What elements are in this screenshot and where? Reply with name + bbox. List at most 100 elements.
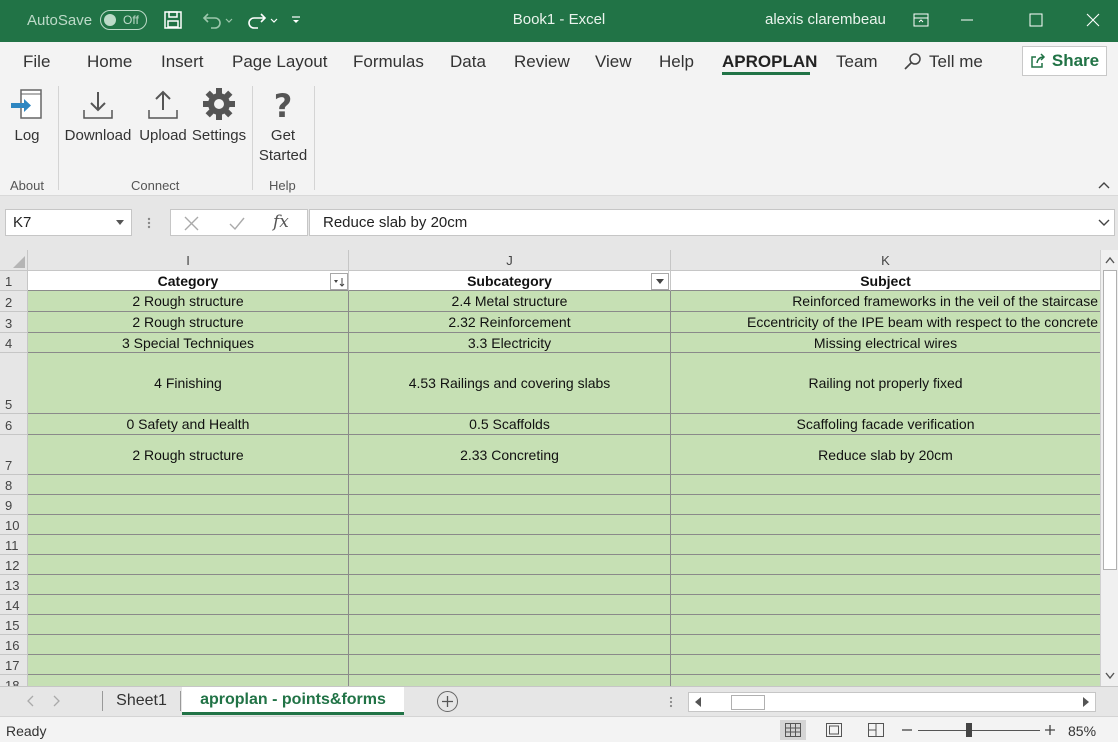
expand-formula-bar-icon[interactable] bbox=[1098, 219, 1110, 227]
row-header[interactable]: 2 bbox=[0, 291, 28, 312]
table-cell[interactable]: 3 Special Techniques bbox=[28, 333, 349, 353]
name-box[interactable]: K7 bbox=[5, 209, 132, 236]
sheet-tab-sheet1[interactable]: Sheet1 bbox=[104, 687, 179, 715]
redo-button[interactable] bbox=[243, 8, 279, 32]
empty-cell[interactable] bbox=[349, 655, 671, 675]
table-cell[interactable]: Missing electrical wires bbox=[671, 333, 1100, 353]
empty-cell[interactable] bbox=[28, 675, 349, 686]
row-header[interactable]: 6 bbox=[0, 414, 28, 435]
tab-splitter-grip-icon[interactable] bbox=[669, 696, 673, 708]
empty-cell[interactable] bbox=[28, 655, 349, 675]
empty-cell[interactable] bbox=[349, 635, 671, 655]
row-header[interactable]: 12 bbox=[0, 555, 28, 575]
insert-function-button[interactable]: fx bbox=[273, 212, 289, 232]
empty-cell[interactable] bbox=[349, 535, 671, 555]
table-cell[interactable]: 2.33 Concreting bbox=[349, 435, 671, 475]
filter-button-subcategory[interactable] bbox=[651, 273, 669, 290]
customize-toolbar-button[interactable] bbox=[288, 8, 304, 32]
close-button[interactable] bbox=[1070, 0, 1116, 40]
header-cell-subcategory[interactable]: Subcategory bbox=[349, 271, 671, 291]
empty-cell[interactable] bbox=[28, 475, 349, 495]
save-button[interactable] bbox=[160, 8, 186, 32]
table-cell[interactable]: Eccentricity of the IPE beam with respec… bbox=[671, 312, 1100, 333]
table-cell[interactable]: 0 Safety and Health bbox=[28, 414, 349, 435]
header-cell-category[interactable]: Category bbox=[28, 271, 349, 291]
filter-button-category[interactable] bbox=[330, 273, 348, 290]
share-button[interactable]: Share bbox=[1022, 46, 1107, 76]
row-header[interactable]: 13 bbox=[0, 575, 28, 595]
table-cell[interactable]: 2.32 Reinforcement bbox=[349, 312, 671, 333]
empty-cell[interactable] bbox=[28, 495, 349, 515]
settings-button[interactable]: Settings bbox=[191, 86, 247, 146]
table-cell[interactable]: 2 Rough structure bbox=[28, 312, 349, 333]
page-layout-view-button[interactable] bbox=[821, 720, 847, 740]
maximize-button[interactable] bbox=[1013, 0, 1059, 40]
row-header[interactable]: 1 bbox=[0, 271, 28, 291]
tab-page-layout[interactable]: Page Layout bbox=[232, 52, 327, 72]
row-header[interactable]: 16 bbox=[0, 635, 28, 655]
autosave-control[interactable]: AutoSave Off bbox=[27, 0, 148, 40]
empty-cell[interactable] bbox=[349, 515, 671, 535]
row-header[interactable]: 18 bbox=[0, 675, 28, 686]
tab-help[interactable]: Help bbox=[659, 52, 694, 72]
page-break-preview-button[interactable] bbox=[863, 720, 889, 740]
table-cell[interactable]: 2 Rough structure bbox=[28, 435, 349, 475]
table-cell[interactable]: 4 Finishing bbox=[28, 353, 349, 414]
scroll-up-icon[interactable] bbox=[1105, 256, 1115, 264]
empty-cell[interactable] bbox=[28, 635, 349, 655]
empty-cell[interactable] bbox=[28, 535, 349, 555]
empty-cell[interactable] bbox=[671, 535, 1100, 555]
row-header[interactable]: 5 bbox=[0, 353, 28, 414]
empty-cell[interactable] bbox=[28, 555, 349, 575]
tab-aproplan[interactable]: APROPLAN bbox=[722, 52, 817, 72]
row-header[interactable]: 4 bbox=[0, 333, 28, 353]
empty-cell[interactable] bbox=[671, 515, 1100, 535]
empty-cell[interactable] bbox=[671, 635, 1100, 655]
log-button[interactable]: Log bbox=[8, 86, 46, 146]
empty-cell[interactable] bbox=[671, 475, 1100, 495]
column-header-k[interactable]: K bbox=[671, 250, 1100, 271]
next-sheet-icon[interactable] bbox=[53, 695, 61, 707]
row-header[interactable]: 10 bbox=[0, 515, 28, 535]
enter-check-icon[interactable] bbox=[229, 216, 245, 231]
zoom-in-icon[interactable] bbox=[1045, 725, 1055, 735]
empty-cell[interactable] bbox=[28, 615, 349, 635]
table-cell[interactable]: Reinforced frameworks in the veil of the… bbox=[671, 291, 1100, 312]
column-header-j[interactable]: J bbox=[349, 250, 671, 271]
empty-cell[interactable] bbox=[671, 675, 1100, 686]
zoom-out-icon[interactable] bbox=[902, 725, 912, 735]
cancel-icon[interactable] bbox=[184, 216, 199, 231]
table-cell[interactable]: 3.3 Electricity bbox=[349, 333, 671, 353]
download-button[interactable]: Download bbox=[63, 86, 133, 146]
minimize-button[interactable] bbox=[944, 0, 990, 40]
row-header[interactable]: 3 bbox=[0, 312, 28, 333]
selected-cell-k7[interactable]: Reduce slab by 20cm bbox=[671, 435, 1100, 475]
new-sheet-button[interactable] bbox=[437, 691, 458, 712]
empty-cell[interactable] bbox=[671, 615, 1100, 635]
horizontal-scrollbar[interactable] bbox=[688, 692, 1096, 712]
select-all-corner[interactable] bbox=[0, 250, 28, 271]
table-cell[interactable]: 0.5 Scaffolds bbox=[349, 414, 671, 435]
table-cell[interactable]: 4.53 Railings and covering slabs bbox=[349, 353, 671, 414]
vertical-scroll-thumb[interactable] bbox=[1103, 270, 1117, 570]
empty-cell[interactable] bbox=[28, 515, 349, 535]
undo-button[interactable] bbox=[198, 8, 234, 32]
empty-cell[interactable] bbox=[28, 595, 349, 615]
scroll-down-icon[interactable] bbox=[1105, 672, 1115, 680]
tab-review[interactable]: Review bbox=[514, 52, 570, 72]
scroll-right-icon[interactable] bbox=[1082, 697, 1090, 707]
tell-me-search[interactable]: Tell me bbox=[903, 52, 983, 72]
empty-cell[interactable] bbox=[349, 495, 671, 515]
empty-cell[interactable] bbox=[28, 575, 349, 595]
collapse-ribbon-button[interactable] bbox=[1098, 178, 1110, 196]
empty-cell[interactable] bbox=[349, 615, 671, 635]
empty-cell[interactable] bbox=[671, 495, 1100, 515]
tab-home[interactable]: Home bbox=[87, 52, 132, 72]
formula-input[interactable]: Reduce slab by 20cm bbox=[309, 209, 1115, 236]
empty-cell[interactable] bbox=[671, 655, 1100, 675]
empty-cell[interactable] bbox=[349, 675, 671, 686]
user-name[interactable]: alexis clarembeau bbox=[765, 11, 886, 28]
row-header[interactable]: 8 bbox=[0, 475, 28, 495]
tab-team[interactable]: Team bbox=[836, 52, 878, 72]
empty-cell[interactable] bbox=[349, 475, 671, 495]
